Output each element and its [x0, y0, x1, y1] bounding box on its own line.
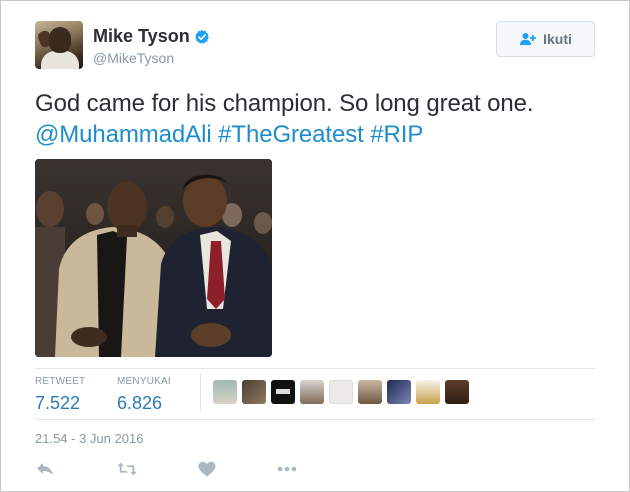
mention-link[interactable]: @MuhammadAli [35, 121, 212, 148]
tweet-photo[interactable] [35, 159, 272, 357]
like-count[interactable]: 6.826 [117, 393, 171, 414]
like-stat[interactable]: MENYUKAI 6.826 [117, 376, 171, 414]
follow-button-label: Ikuti [543, 31, 572, 47]
user-fullname[interactable]: Mike Tyson [93, 26, 190, 47]
tweet-timestamp[interactable]: 21.54 - 3 Jun 2016 [35, 431, 143, 446]
liker-avatar[interactable] [445, 380, 469, 404]
liker-avatar[interactable] [416, 380, 440, 404]
reply-icon [37, 463, 53, 475]
divider [35, 419, 595, 420]
more-icon [277, 466, 297, 472]
user-names: Mike Tyson @MikeTyson [93, 26, 210, 66]
likers-avatars [213, 380, 469, 404]
more-button[interactable] [277, 459, 297, 479]
hashtag-link-thegreatest[interactable]: #TheGreatest [218, 121, 364, 148]
divider [35, 368, 595, 369]
user-handle[interactable]: @MikeTyson [93, 50, 210, 66]
retweet-stat[interactable]: RETWEET 7.522 [35, 376, 85, 414]
follow-button[interactable]: Ikuti [496, 21, 595, 57]
liker-avatar[interactable] [242, 380, 266, 404]
tweet-card: Mike Tyson @MikeTyson Ikuti God came for… [0, 0, 630, 492]
retweet-icon [117, 462, 137, 476]
photo-illustration [35, 159, 272, 357]
tweet-actions [35, 459, 297, 479]
tweet-text: God came for his champion. So long great… [35, 88, 605, 150]
stats-divider [200, 374, 201, 412]
heart-icon [198, 461, 216, 477]
liker-avatar[interactable] [329, 380, 353, 404]
liker-avatar[interactable] [271, 380, 295, 404]
add-user-icon [520, 33, 537, 45]
retweet-button[interactable] [117, 459, 137, 479]
like-stat-label: MENYUKAI [117, 376, 171, 387]
hashtag-link-rip[interactable]: #RIP [370, 121, 423, 148]
tweet-text-body: God came for his champion. So long great… [35, 90, 534, 117]
like-button[interactable] [197, 459, 217, 479]
liker-avatar[interactable] [387, 380, 411, 404]
liker-avatar[interactable] [300, 380, 324, 404]
liker-avatar[interactable] [213, 380, 237, 404]
verified-badge-icon [194, 29, 209, 44]
liker-avatar[interactable] [358, 380, 382, 404]
retweet-stat-label: RETWEET [35, 376, 86, 387]
reply-button[interactable] [35, 459, 55, 479]
retweet-count[interactable]: 7.522 [35, 393, 85, 414]
user-avatar[interactable] [35, 21, 83, 69]
